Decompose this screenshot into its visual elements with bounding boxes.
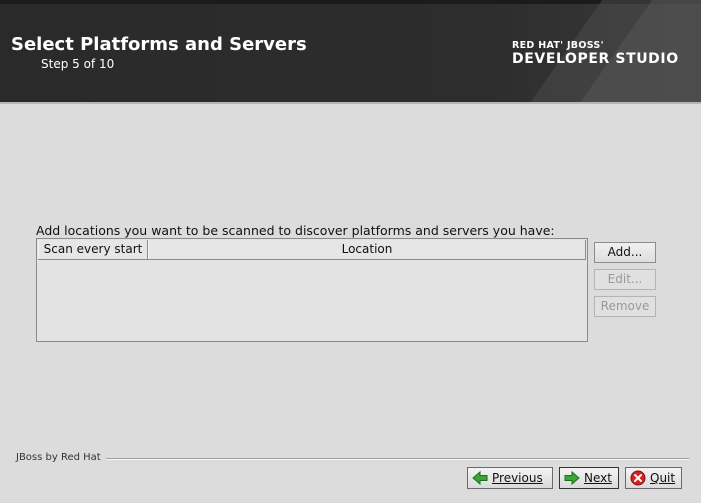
- table-action-buttons: Add... Edit... Remove: [594, 242, 656, 323]
- installer-window: Select Platforms and Servers Step 5 of 1…: [0, 0, 701, 503]
- arrow-right-icon: [564, 470, 580, 486]
- logo-line-1: RED HAT' JBOSS': [512, 40, 604, 51]
- close-circle-icon: [630, 470, 646, 486]
- footer-separator: [106, 458, 689, 459]
- header-top-border: [0, 0, 701, 4]
- add-button[interactable]: Add...: [594, 242, 656, 263]
- remove-button[interactable]: Remove: [594, 296, 656, 317]
- previous-label: Previous: [492, 471, 543, 485]
- column-header-location[interactable]: Location: [148, 240, 586, 259]
- step-indicator: Step 5 of 10: [41, 57, 115, 71]
- locations-table[interactable]: Scan every start Location: [36, 238, 588, 342]
- next-button[interactable]: Next: [559, 467, 619, 489]
- quit-label: Quit: [650, 471, 676, 485]
- logo-line-2: DEVELOPER STUDIO: [512, 51, 679, 67]
- header-divider: [0, 102, 701, 104]
- quit-button[interactable]: Quit: [625, 467, 682, 489]
- product-logo: RED HAT' JBOSS' DEVELOPER STUDIO: [512, 40, 679, 67]
- column-header-scan-every-start[interactable]: Scan every start: [38, 240, 148, 259]
- navigation-buttons: Previous Next Quit: [467, 467, 682, 489]
- footer-brand: JBoss by Red Hat: [16, 452, 101, 463]
- page-title: Select Platforms and Servers: [11, 34, 307, 55]
- edit-button[interactable]: Edit...: [594, 269, 656, 290]
- table-header: Scan every start Location: [38, 240, 586, 260]
- header-banner: Select Platforms and Servers Step 5 of 1…: [0, 0, 701, 103]
- arrow-left-icon: [472, 470, 488, 486]
- previous-button[interactable]: Previous: [467, 467, 553, 489]
- next-label: Next: [584, 471, 612, 485]
- instructions-text: Add locations you want to be scanned to …: [36, 223, 555, 238]
